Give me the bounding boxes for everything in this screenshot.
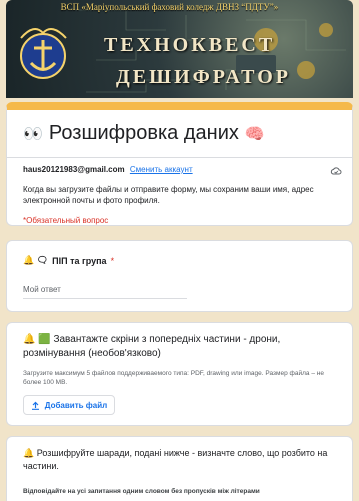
required-note: *Обязательный вопрос <box>23 216 109 225</box>
college-name: ВСП «Маріупольський фаховий коледж ДВНЗ … <box>60 2 279 12</box>
brain-icon: 🧠 <box>244 125 265 143</box>
college-anchor-logo-icon <box>20 28 67 79</box>
question-label: 🔔 🗨 ПІП та група * <box>23 255 114 266</box>
divider <box>7 157 352 158</box>
add-file-label: Добавить файл <box>44 400 108 410</box>
account-email: haus20121983@gmail.com <box>23 165 125 174</box>
eyes-icon: 👀 <box>23 125 43 143</box>
question-label: 🔔 🟩 Завантажте скріни з попередніх части… <box>23 334 281 359</box>
question-card-name-group: 🔔 🗨 ПІП та група * Мой ответ <box>6 240 353 312</box>
question-label-text: ПІП та група <box>52 255 107 266</box>
banner-title-line1: ТЕХНОКВЕСТ <box>104 34 276 56</box>
upload-help-text: Загрузите максимум 5 файлов поддерживаем… <box>23 370 324 386</box>
cloud-saved-icon[interactable] <box>330 165 342 177</box>
add-file-button[interactable]: Добавить файл <box>23 395 115 415</box>
form-header-card: 👀 Розшифровка даних 🧠 haus20121983@gmail… <box>6 102 353 226</box>
question-card-upload: 🔔 🟩 Завантажте скріни з попередніх части… <box>6 322 353 426</box>
question-description: Відповідайте на усі запитання одним слов… <box>23 488 260 495</box>
form-title: 👀 Розшифровка даних 🧠 <box>23 122 265 145</box>
form-title-text: Розшифровка даних <box>48 122 239 144</box>
question-card-charades: 🔔 Розшифруйте шаради, подані нижче - виз… <box>6 436 353 501</box>
required-star: * <box>110 255 115 266</box>
question-label: 🔔 Розшифруйте шаради, подані нижче - виз… <box>23 448 328 471</box>
switch-account-link[interactable]: Сменить аккаунт <box>130 165 193 174</box>
account-info: haus20121983@gmail.com Сменить аккаунт <box>23 165 193 174</box>
bell-chat-icon: 🔔 🗨 <box>23 255 49 265</box>
answer-input[interactable]: Мой ответ <box>23 285 187 299</box>
header-banner: ВСП «Маріупольський фаховий коледж ДВНЗ … <box>6 0 353 98</box>
form-page: ВСП «Маріупольський фаховий коледж ДВНЗ … <box>0 0 359 501</box>
privacy-note: Когда вы загрузите файлы и отправите фор… <box>23 185 314 205</box>
banner-title-line2: ДЕШИФРАТОР <box>116 66 291 88</box>
upload-icon <box>31 401 39 410</box>
